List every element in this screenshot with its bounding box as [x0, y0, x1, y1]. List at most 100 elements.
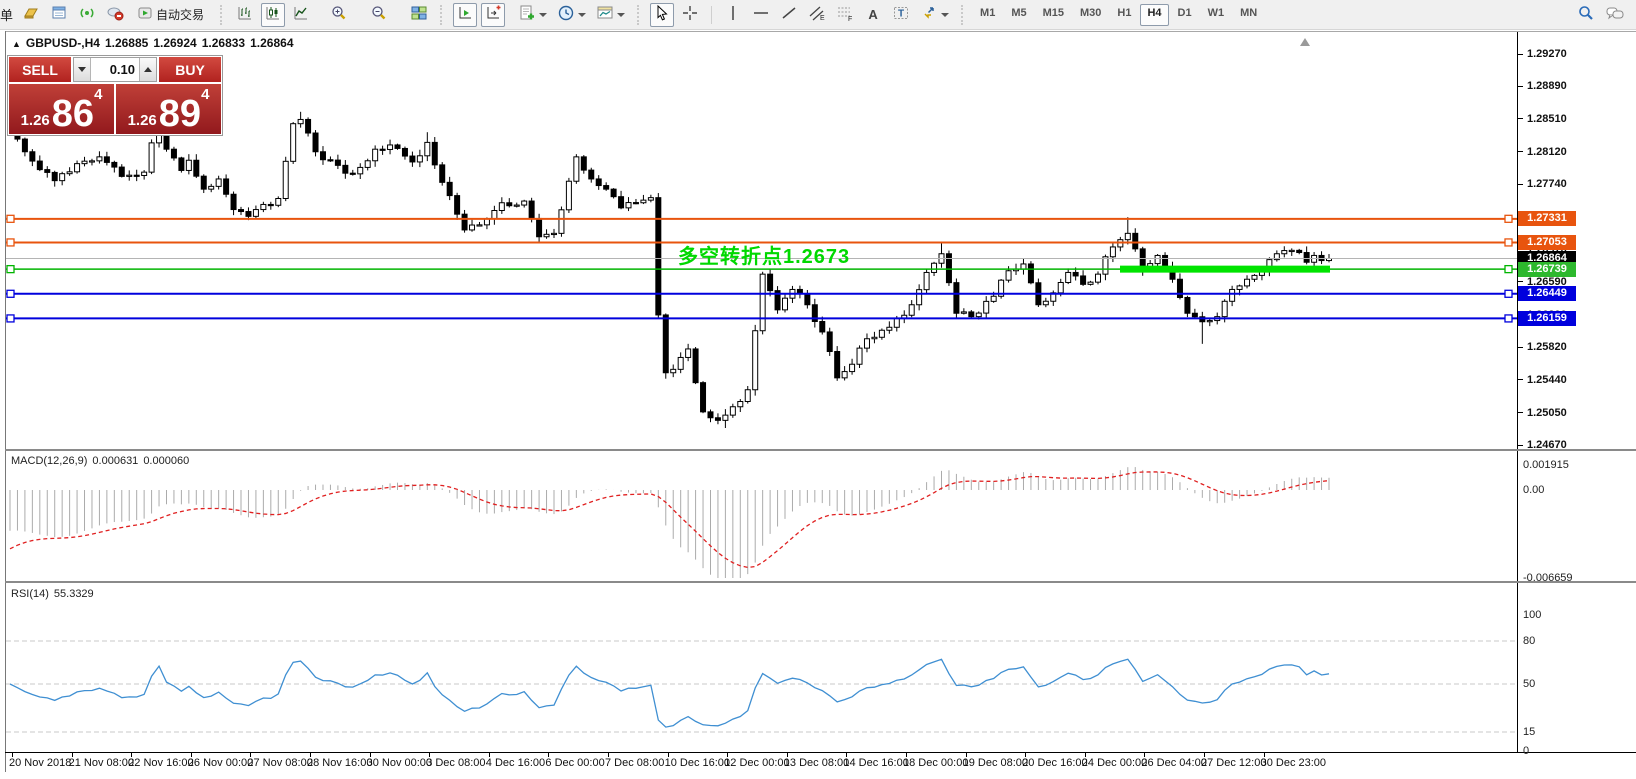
timeframe-button-d1[interactable]: D1: [1171, 4, 1199, 26]
price-tick: [1517, 445, 1523, 446]
macd-panel[interactable]: [6, 451, 1517, 580]
chart-shift-button[interactable]: [481, 3, 505, 27]
close-value: 1.26864: [250, 36, 293, 50]
indicator-axis-label: 50: [1523, 678, 1535, 690]
tile-windows-button[interactable]: [407, 3, 431, 27]
data-window-button[interactable]: [47, 3, 71, 27]
signal-button[interactable]: [75, 3, 99, 27]
timeframe-button-h4[interactable]: H4: [1140, 4, 1168, 26]
timeframe-button-m30[interactable]: M30: [1073, 4, 1108, 26]
indicator-axis-label: 0.00: [1523, 484, 1544, 496]
chat-icon: [1605, 4, 1625, 25]
chart-shift-marker[interactable]: [1300, 38, 1310, 46]
timeframe-button-mn[interactable]: MN: [1233, 4, 1264, 26]
time-tick-label: 4 Dec 16:00: [486, 757, 545, 769]
price-tick: [1517, 281, 1523, 282]
turning-point-annotation[interactable]: 多空转折点1.2673: [678, 240, 850, 269]
sell-price-pip: 4: [94, 86, 102, 103]
history-center-button[interactable]: [103, 3, 127, 27]
price-tag: 1.26159: [1518, 311, 1576, 326]
chat-button[interactable]: [1602, 3, 1628, 27]
auto-scroll-button[interactable]: [453, 3, 477, 27]
buy-button[interactable]: BUY: [159, 57, 221, 82]
buy-price-panel[interactable]: 1.26 89 4: [116, 84, 221, 134]
line-chart-button[interactable]: [289, 3, 313, 27]
sell-price-panel[interactable]: 1.26 86 4: [9, 84, 114, 134]
market-watch-button[interactable]: [19, 3, 43, 27]
macd-label: MACD(12,26,9)0.0006310.000060: [11, 455, 189, 467]
price-tag: 1.27053: [1518, 235, 1576, 250]
volume-increase-button[interactable]: [139, 58, 156, 81]
price-tick-label: 1.25820: [1527, 341, 1567, 353]
text-button[interactable]: A: [861, 3, 885, 27]
signal-icon: [78, 4, 96, 25]
fibonacci-button[interactable]: F: [833, 3, 857, 27]
candlestick-button[interactable]: [261, 3, 285, 27]
high-value: 1.26924: [153, 36, 196, 50]
zoom-out-button[interactable]: [367, 3, 391, 27]
arrows-button[interactable]: [917, 3, 952, 27]
buy-price-small: 1.26: [128, 111, 157, 131]
time-tick-label: 6 Dec 00:00: [545, 757, 604, 769]
rsi-panel[interactable]: [6, 583, 1517, 752]
add-indicator-button[interactable]: [515, 3, 550, 27]
chart-title: ▲ GBPUSD-,H4 1.26885 1.26924 1.26833 1.2…: [12, 36, 294, 50]
price-tick: [1517, 347, 1523, 348]
fibonacci-icon: F: [836, 4, 854, 25]
zoom-in-button[interactable]: [327, 3, 351, 27]
price-tag: 1.26739: [1518, 262, 1576, 277]
timeframe-button-h1[interactable]: H1: [1110, 4, 1138, 26]
text-label-button[interactable]: T: [889, 3, 913, 27]
autotrading-toggle[interactable]: 自动交易: [131, 3, 211, 27]
price-tick: [1517, 151, 1523, 152]
sell-price-small: 1.26: [21, 111, 50, 131]
new-order-button[interactable]: 单: [0, 5, 13, 24]
horizontal-line-button[interactable]: [749, 3, 773, 27]
search-button[interactable]: [1574, 3, 1598, 27]
text-icon: A: [868, 7, 877, 22]
timeframe-toolbar: M1M5M15M30H1H4D1W1MN: [972, 4, 1265, 26]
time-tick-label: 27 Dec 12:00: [1201, 757, 1266, 769]
volume-input[interactable]: 0.10: [91, 58, 139, 81]
rsi-label: RSI(14)55.3329: [11, 588, 94, 600]
history-center-icon: [106, 4, 124, 25]
sell-button[interactable]: SELL: [9, 57, 71, 82]
buy-price-big: 89: [159, 97, 201, 131]
toolbar-grip: [637, 5, 641, 25]
crosshair-button[interactable]: [678, 3, 702, 27]
time-tick-label: 10 Dec 16:00: [665, 757, 730, 769]
price-tag: 1.27331: [1518, 211, 1576, 226]
vertical-line-button[interactable]: [721, 3, 745, 27]
time-tick-label: 3 Dec 08:00: [426, 757, 485, 769]
bar-chart-button[interactable]: [233, 3, 257, 27]
timeframe-button-m1[interactable]: M1: [973, 4, 1002, 26]
channel-icon: E: [808, 4, 826, 25]
collapse-icon[interactable]: ▲: [12, 39, 21, 49]
time-tick-label: 22 Nov 16:00: [128, 757, 193, 769]
triangle-up-icon: [144, 67, 152, 72]
indicator-axis-label: 15: [1523, 726, 1535, 738]
time-tick-label: 13 Dec 08:00: [784, 757, 849, 769]
time-tick-label: 7 Dec 08:00: [605, 757, 664, 769]
channel-button[interactable]: E: [805, 3, 829, 27]
vertical-line-icon: [724, 4, 742, 25]
indicator-axis-label: 80: [1523, 635, 1535, 647]
trendline-button[interactable]: [777, 3, 801, 27]
indicator-axis-label: 0.001915: [1523, 459, 1569, 471]
buy-price-pip: 4: [201, 86, 209, 103]
timeframe-button-m5[interactable]: M5: [1004, 4, 1033, 26]
price-tick: [1517, 54, 1523, 55]
cursor-button[interactable]: [650, 3, 674, 27]
data-window-icon: [50, 4, 68, 25]
tile-windows-icon: [410, 4, 428, 25]
price-tick-label: 1.25050: [1527, 407, 1567, 419]
periods-button[interactable]: [554, 3, 589, 27]
template-button[interactable]: [593, 3, 628, 27]
auto-scroll-icon: [456, 4, 474, 25]
low-value: 1.26833: [202, 36, 245, 50]
toolbar-grip: [961, 5, 965, 25]
timeframe-button-w1[interactable]: W1: [1201, 4, 1232, 26]
timeframe-button-m15[interactable]: M15: [1036, 4, 1071, 26]
volume-decrease-button[interactable]: [74, 58, 91, 81]
price-tick: [1517, 379, 1523, 380]
